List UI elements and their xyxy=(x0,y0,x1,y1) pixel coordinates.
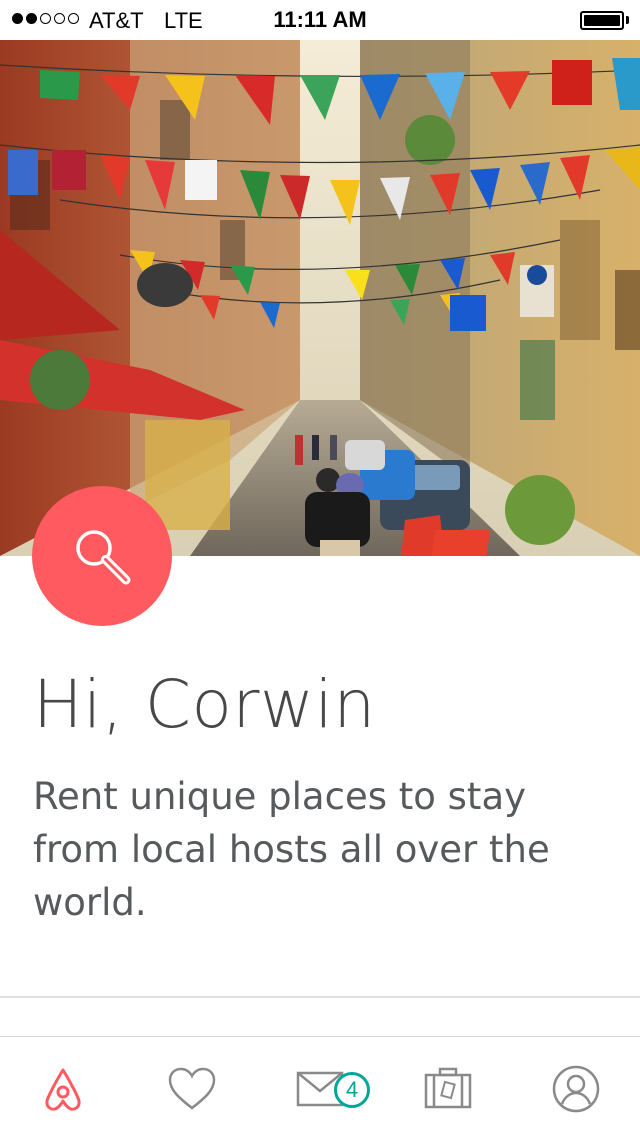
tab-profile[interactable] xyxy=(544,1061,608,1117)
user-icon xyxy=(552,1065,600,1113)
status-bar: AT&T LTE 11:11 AM xyxy=(0,0,640,40)
bottom-tab-bar xyxy=(0,1037,640,1136)
heart-icon xyxy=(168,1067,216,1110)
inbox-unread-badge: 4 xyxy=(334,1072,370,1108)
status-time: 11:11 AM xyxy=(273,7,367,32)
search-button[interactable] xyxy=(32,486,172,626)
tab-explore[interactable] xyxy=(31,1061,95,1117)
greeting-heading: Hi, Corwin xyxy=(33,666,376,743)
hero-photo xyxy=(0,40,640,556)
section-divider xyxy=(0,996,640,998)
search-icon xyxy=(76,530,131,585)
battery-icon xyxy=(580,11,624,30)
suitcase-icon xyxy=(424,1067,472,1109)
airbnb-logo-icon xyxy=(45,1068,81,1111)
tagline-text: Rent unique places to stay from local ho… xyxy=(33,775,550,924)
tab-trips[interactable] xyxy=(416,1061,480,1117)
tab-wishlists[interactable] xyxy=(160,1061,224,1117)
